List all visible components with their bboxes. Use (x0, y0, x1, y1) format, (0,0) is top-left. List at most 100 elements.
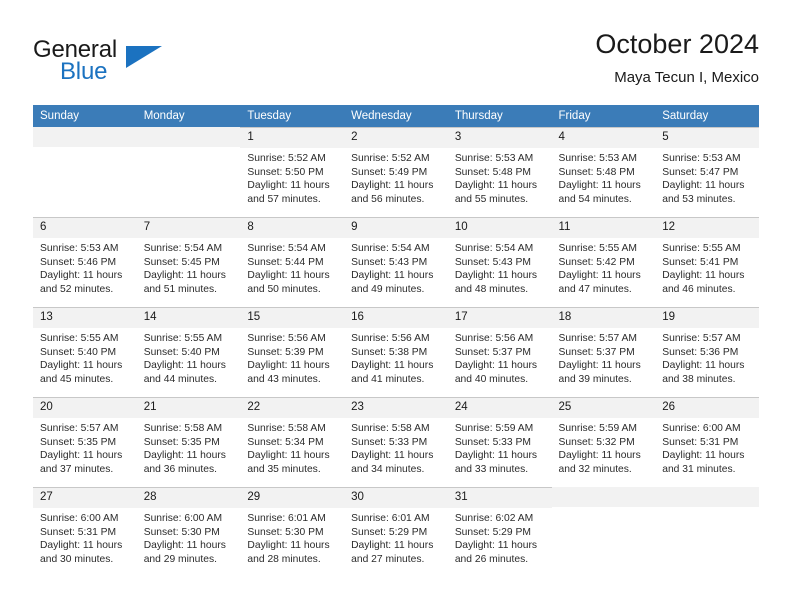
calendar-day-cell[interactable]: 16 Sunrise: 5:56 AM Sunset: 5:38 PM Dayligh… (344, 307, 448, 397)
sunrise-text: Sunrise: 5:56 AM (351, 333, 430, 344)
daylight-text: Daylight: 11 hours and 30 minutes. (40, 540, 123, 565)
calendar-day-cell[interactable]: 4 Sunrise: 5:53 AM Sunset: 5:48 PM Daylight… (551, 127, 656, 217)
calendar-day-cell[interactable]: 5 Sunrise: 5:53 AM Sunset: 5:47 PM Daylight… (655, 127, 759, 217)
day-cell-content: 1 Sunrise: 5:52 AM Sunset: 5:50 PM Daylight… (240, 127, 345, 217)
sunrise-text: Sunrise: 5:57 AM (558, 333, 637, 344)
day-number (33, 127, 137, 147)
daylight-text: Daylight: 11 hours and 26 minutes. (454, 540, 538, 565)
daylight-text: Daylight: 11 hours and 29 minutes. (143, 540, 226, 565)
day-cell-content: 13 Sunrise: 5:55 AM Sunset: 5:40 PM Dayligh… (33, 307, 137, 397)
calendar-day-cell[interactable]: 11 Sunrise: 5:55 AM Sunset: 5:42 PM Dayligh… (551, 217, 656, 307)
brand-name-blue: Blue (60, 58, 108, 85)
calendar-day-cell[interactable]: 15 Sunrise: 5:56 AM Sunset: 5:39 PM Dayligh… (240, 307, 345, 397)
calendar-day-cell[interactable]: 1 Sunrise: 5:52 AM Sunset: 5:50 PM Daylight… (240, 127, 345, 217)
calendar-day-cell[interactable]: 7 Sunrise: 5:54 AM Sunset: 5:45 PM Daylight… (136, 217, 241, 307)
calendar-day-cell[interactable]: 18 Sunrise: 5:57 AM Sunset: 5:37 PM Dayligh… (551, 307, 656, 397)
sunset-text: Sunset: 5:40 PM (143, 346, 220, 358)
day-sun-info: Sunrise: 6:02 AM Sunset: 5:29 PM Daylight:… (448, 508, 552, 566)
calendar-week-row: 6 Sunrise: 5:53 AM Sunset: 5:46 PM Daylight… (33, 217, 759, 307)
sunrise-text: Sunrise: 5:58 AM (143, 423, 223, 434)
calendar-day-cell[interactable]: 23 Sunrise: 5:58 AM Sunset: 5:33 PM Dayligh… (344, 397, 448, 487)
calendar-page: General Blue October 2024 Maya Tecun I, … (0, 0, 792, 612)
calendar-day-cell[interactable]: 24 Sunrise: 5:59 AM Sunset: 5:33 PM Dayligh… (447, 397, 552, 487)
day-cell-content: 24 Sunrise: 5:59 AM Sunset: 5:33 PM Dayligh… (447, 397, 552, 487)
calendar-day-cell[interactable]: 28 Sunrise: 6:00 AM Sunset: 5:30 PM Dayligh… (136, 487, 241, 577)
calendar-day-cell[interactable]: 13 Sunrise: 5:55 AM Sunset: 5:40 PM Dayligh… (33, 307, 137, 397)
calendar-day-cell[interactable]: 2 Sunrise: 5:52 AM Sunset: 5:49 PM Daylight… (344, 127, 448, 217)
day-sun-info: Sunrise: 5:58 AM Sunset: 5:33 PM Daylight:… (344, 418, 448, 476)
sunset-text: Sunset: 5:29 PM (454, 526, 531, 538)
sunset-text: Sunset: 5:46 PM (40, 256, 117, 268)
day-sun-info: Sunrise: 5:58 AM Sunset: 5:34 PM Daylight:… (240, 418, 344, 476)
calendar-day-cell[interactable]: 20 Sunrise: 5:57 AM Sunset: 5:35 PM Dayligh… (33, 397, 137, 487)
calendar-day-cell[interactable]: 22 Sunrise: 5:58 AM Sunset: 5:34 PM Dayligh… (240, 397, 345, 487)
calendar-day-cell[interactable]: 17 Sunrise: 5:56 AM Sunset: 5:37 PM Dayligh… (447, 307, 552, 397)
day-number: 18 (551, 308, 656, 328)
calendar-day-cell[interactable]: 21 Sunrise: 5:58 AM Sunset: 5:35 PM Dayligh… (136, 397, 241, 487)
day-number: 19 (655, 308, 759, 328)
day-cell-blank (551, 487, 656, 577)
day-sun-info: Sunrise: 5:53 AM Sunset: 5:48 PM Daylight:… (448, 148, 552, 206)
day-sun-info: Sunrise: 5:53 AM Sunset: 5:47 PM Daylight:… (655, 148, 759, 206)
day-number: 20 (33, 398, 137, 418)
calendar-day-cell[interactable]: 19 Sunrise: 5:57 AM Sunset: 5:36 PM Dayligh… (655, 307, 759, 397)
daylight-text: Daylight: 11 hours and 27 minutes. (351, 540, 434, 565)
day-number: 22 (240, 398, 345, 418)
sunrise-text: Sunrise: 5:53 AM (662, 153, 741, 164)
calendar-day-cell[interactable]: 26 Sunrise: 6:00 AM Sunset: 5:31 PM Dayligh… (655, 397, 759, 487)
calendar-day-cell[interactable]: 3 Sunrise: 5:53 AM Sunset: 5:48 PM Daylight… (447, 127, 552, 217)
daylight-text: Daylight: 11 hours and 37 minutes. (40, 450, 123, 475)
sunset-text: Sunset: 5:32 PM (558, 436, 635, 448)
day-cell-content: 7 Sunrise: 5:54 AM Sunset: 5:45 PM Daylight… (136, 217, 241, 307)
calendar-week-row: 1 Sunrise: 5:52 AM Sunset: 5:50 PM Daylight… (33, 127, 759, 217)
calendar-day-cell[interactable]: 6 Sunrise: 5:53 AM Sunset: 5:46 PM Daylight… (33, 217, 137, 307)
calendar-day-cell[interactable]: 30 Sunrise: 6:01 AM Sunset: 5:29 PM Dayligh… (344, 487, 448, 577)
sunrise-text: Sunrise: 5:59 AM (558, 423, 637, 434)
day-cell-blank (655, 487, 759, 577)
day-number: 25 (551, 398, 656, 418)
calendar-day-cell[interactable]: 10 Sunrise: 5:54 AM Sunset: 5:43 PM Dayligh… (447, 217, 552, 307)
day-number: 8 (240, 218, 345, 238)
sunrise-text: Sunrise: 5:53 AM (40, 243, 119, 254)
sunset-text: Sunset: 5:40 PM (40, 346, 117, 358)
day-sun-info: Sunrise: 5:53 AM Sunset: 5:48 PM Daylight:… (552, 148, 656, 206)
day-cell-blank (136, 127, 241, 217)
day-number: 30 (344, 488, 448, 508)
day-number: 10 (447, 218, 552, 238)
day-number: 21 (136, 398, 241, 418)
day-sun-info: Sunrise: 5:52 AM Sunset: 5:49 PM Daylight:… (344, 148, 448, 206)
day-number: 4 (551, 128, 656, 148)
sunset-text: Sunset: 5:36 PM (662, 346, 739, 358)
day-number: 6 (33, 218, 137, 238)
sunrise-text: Sunrise: 5:55 AM (143, 333, 223, 344)
brand-logo[interactable]: General Blue (33, 36, 253, 92)
calendar-day-cell[interactable]: 8 Sunrise: 5:54 AM Sunset: 5:44 PM Daylight… (240, 217, 345, 307)
sunset-text: Sunset: 5:50 PM (247, 166, 324, 178)
calendar-day-cell[interactable]: 25 Sunrise: 5:59 AM Sunset: 5:32 PM Dayligh… (551, 397, 656, 487)
calendar-day-cell[interactable]: 9 Sunrise: 5:54 AM Sunset: 5:43 PM Daylight… (344, 217, 448, 307)
sunset-text: Sunset: 5:30 PM (143, 526, 220, 538)
calendar-day-cell[interactable]: 29 Sunrise: 6:01 AM Sunset: 5:30 PM Dayligh… (240, 487, 345, 577)
daylight-text: Daylight: 11 hours and 49 minutes. (351, 270, 434, 295)
calendar-day-cell[interactable]: 12 Sunrise: 5:55 AM Sunset: 5:41 PM Dayligh… (655, 217, 759, 307)
day-number (136, 127, 241, 147)
sunrise-text: Sunrise: 5:56 AM (247, 333, 326, 344)
day-cell-content: 14 Sunrise: 5:55 AM Sunset: 5:40 PM Dayligh… (136, 307, 241, 397)
day-sun-info: Sunrise: 5:59 AM Sunset: 5:32 PM Daylight:… (552, 418, 656, 476)
day-number (551, 487, 656, 507)
weekday-header-sunday: Sunday (33, 105, 137, 127)
daylight-text: Daylight: 11 hours and 45 minutes. (40, 360, 123, 385)
daylight-text: Daylight: 11 hours and 31 minutes. (662, 450, 745, 475)
day-cell-content: 17 Sunrise: 5:56 AM Sunset: 5:37 PM Dayligh… (447, 307, 552, 397)
calendar-day-cell[interactable]: 27 Sunrise: 6:00 AM Sunset: 5:31 PM Dayligh… (33, 487, 137, 577)
sunset-text: Sunset: 5:37 PM (558, 346, 635, 358)
day-sun-info: Sunrise: 5:56 AM Sunset: 5:39 PM Daylight:… (240, 328, 344, 386)
weekday-header-wednesday: Wednesday (344, 105, 448, 127)
sunset-text: Sunset: 5:34 PM (247, 436, 324, 448)
day-sun-info: Sunrise: 5:55 AM Sunset: 5:40 PM Daylight:… (137, 328, 241, 386)
sunset-text: Sunset: 5:33 PM (351, 436, 428, 448)
daylight-text: Daylight: 11 hours and 48 minutes. (454, 270, 538, 295)
calendar-day-cell[interactable]: 14 Sunrise: 5:55 AM Sunset: 5:40 PM Dayligh… (136, 307, 241, 397)
calendar-day-cell[interactable]: 31 Sunrise: 6:02 AM Sunset: 5:29 PM Dayligh… (447, 487, 552, 577)
day-number: 13 (33, 308, 137, 328)
